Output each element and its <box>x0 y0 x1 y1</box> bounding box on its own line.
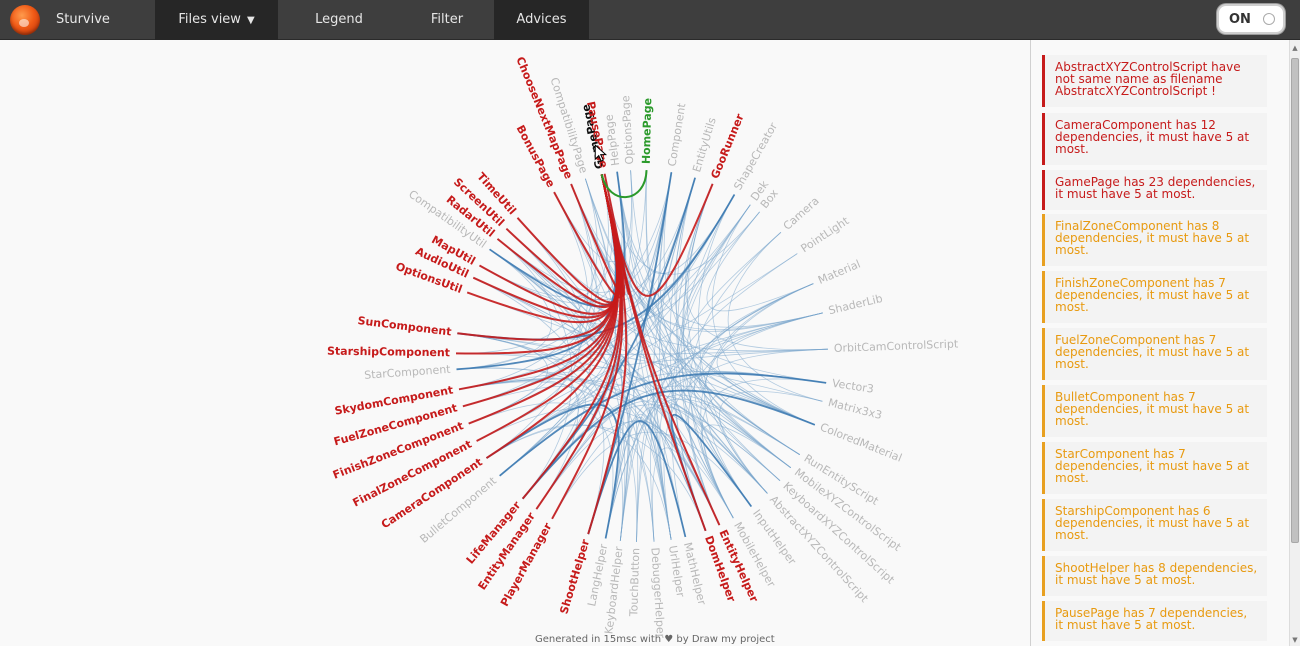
node-label[interactable]: Matrix3x3 <box>827 396 884 422</box>
dependency-edge <box>458 377 672 540</box>
scroll-up-icon[interactable]: ▲ <box>1291 44 1299 52</box>
node-label[interactable]: OrbitCamControlScript <box>834 337 959 355</box>
node-label[interactable]: Material <box>816 257 862 286</box>
node-label[interactable]: SunComponent <box>357 314 452 338</box>
advice-item[interactable]: StarshipComponent has 6 dependencies, it… <box>1042 499 1267 551</box>
advice-item[interactable]: GamePage has 23 dependencies, it must ha… <box>1042 170 1267 210</box>
node-label[interactable]: OptionsPage <box>619 95 636 165</box>
advice-item[interactable]: CameraComponent has 12 dependencies, it … <box>1042 113 1267 165</box>
nav-legend[interactable]: Legend <box>278 0 400 40</box>
node-label[interactable]: Camera <box>781 194 822 232</box>
scrollbar-thumb[interactable] <box>1291 58 1299 543</box>
advice-item[interactable]: FinalZoneComponent has 8 dependencies, i… <box>1042 214 1267 266</box>
on-off-toggle[interactable]: ON <box>1217 4 1285 34</box>
advice-item[interactable]: StarComponent has 7 dependencies, it mus… <box>1042 442 1267 494</box>
nav-files-view[interactable]: Files view ▼ <box>155 0 278 40</box>
advices-scrollbar[interactable]: ▲ ▼ <box>1289 40 1300 646</box>
nav-filter-label: Filter <box>430 12 464 27</box>
node-label[interactable]: StarComponent <box>364 363 452 382</box>
node-label[interactable]: Vector3 <box>831 377 874 396</box>
node-label[interactable]: ShaderLib <box>827 292 884 317</box>
dependency-edge <box>659 172 791 469</box>
selected-dependency-edge <box>466 174 619 324</box>
advice-item[interactable]: FinishZoneComponent has 7 dependencies, … <box>1042 271 1267 323</box>
advice-item[interactable]: BulletComponent has 7 dependencies, it m… <box>1042 385 1267 437</box>
node-label[interactable]: Component <box>665 102 688 168</box>
nav-advices-label: Advices <box>516 12 567 27</box>
edges-layer <box>455 170 828 542</box>
advice-item[interactable]: ShootHelper has 8 dependencies, it must … <box>1042 556 1267 596</box>
chevron-down-icon: ▼ <box>246 15 255 26</box>
top-navbar: Sturvive Files view ▼ Legend Filter Advic… <box>0 0 1300 40</box>
advice-item[interactable]: PausePage has 7 dependencies, it must ha… <box>1042 601 1267 641</box>
dependency-edge <box>489 171 626 308</box>
app-logo-icon[interactable] <box>10 5 40 35</box>
dependency-edge <box>706 211 814 312</box>
nav-files-view-label: Files view <box>178 12 241 27</box>
node-label[interactable]: ColoredMaterial <box>818 420 904 464</box>
toggle-label: ON <box>1229 12 1251 27</box>
nav-advices[interactable]: Advices <box>494 0 589 40</box>
node-label[interactable]: HomePage <box>640 98 655 165</box>
toggle-knob-icon <box>1263 13 1275 25</box>
node-label[interactable]: DebuggerHelper <box>648 547 667 639</box>
advice-item[interactable]: AbstractXYZControlScript have not same n… <box>1042 55 1267 107</box>
advice-item[interactable]: FuelZoneComponent has 7 dependencies, it… <box>1042 328 1267 380</box>
nav-filter[interactable]: Filter <box>400 0 494 40</box>
selected-dependency-edge <box>496 174 620 309</box>
advices-panel: AbstractXYZControlScript have not same n… <box>1030 40 1300 646</box>
dependency-wheel[interactable]: GamePageHelpPageOptionsPage HomePage Compo… <box>0 40 1030 646</box>
generated-footer: Generated in 15msc with ♥ by Draw my pro… <box>535 634 775 645</box>
node-label[interactable]: MathHelper <box>681 541 709 607</box>
node-label[interactable]: StarshipComponent <box>327 345 450 360</box>
node-label[interactable]: PointLight <box>798 214 851 255</box>
brand-name[interactable]: Sturvive <box>56 12 110 27</box>
nav-legend-label: Legend <box>315 12 363 27</box>
node-label[interactable]: TouchButton <box>627 548 642 618</box>
scroll-down-icon[interactable]: ▼ <box>1291 636 1299 644</box>
